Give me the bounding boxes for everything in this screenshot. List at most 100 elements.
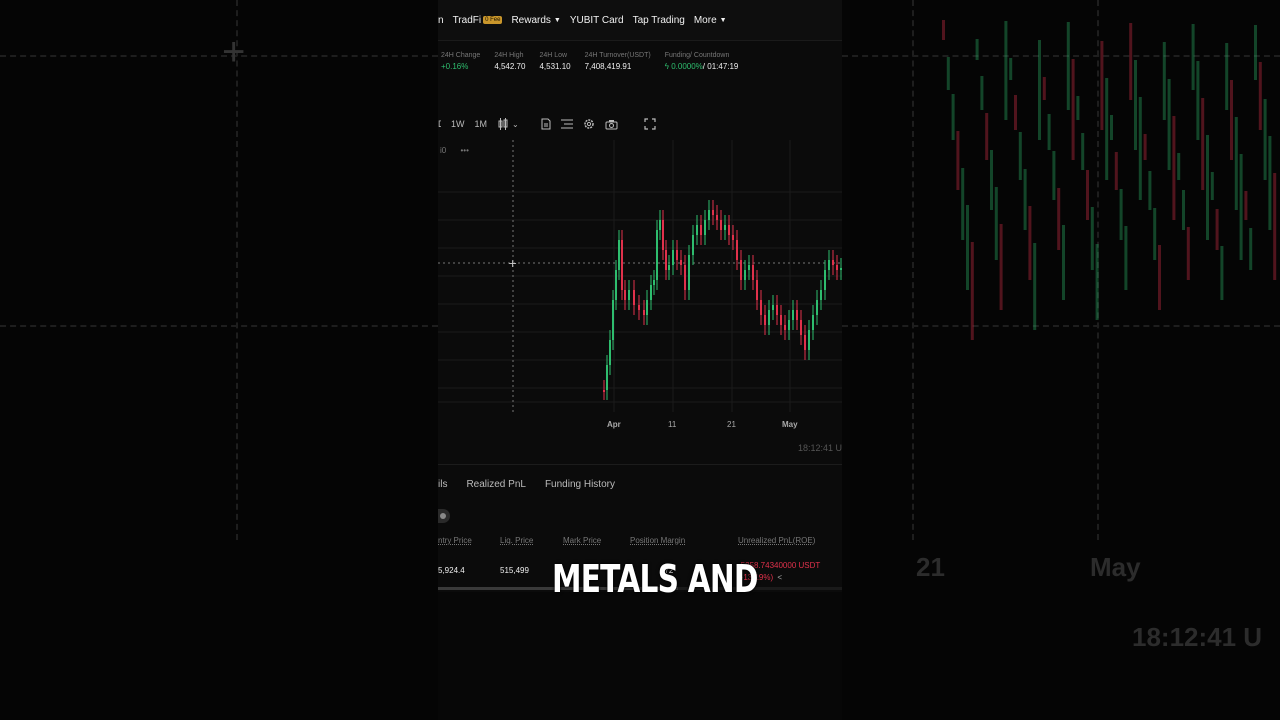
nav-item-label: Rewards bbox=[511, 14, 551, 26]
bg-tick-label: May bbox=[1090, 552, 1141, 582]
candle-body bbox=[820, 290, 822, 300]
interval-1w[interactable]: 1W bbox=[451, 119, 465, 129]
candle-body bbox=[760, 300, 762, 315]
stat-value: 4,542.70 bbox=[494, 62, 526, 71]
bg-candle bbox=[1124, 226, 1128, 290]
bg-candle bbox=[1172, 116, 1176, 220]
bg-candle bbox=[942, 20, 945, 40]
tab-funding-history[interactable]: Funding History bbox=[545, 479, 615, 490]
bg-candle bbox=[1258, 62, 1262, 130]
header-unrealized-pnl: Unrealized PnL(ROE) bbox=[738, 536, 816, 545]
bg-candle bbox=[1196, 61, 1200, 140]
bg-candle bbox=[946, 57, 950, 90]
app-bottom-area bbox=[438, 592, 842, 720]
bg-candle bbox=[1028, 206, 1032, 280]
bg-candle bbox=[975, 39, 979, 60]
top-nav: n TradFi 0 Fee Rewards ▼ YUBIT Card Tap … bbox=[438, 0, 842, 41]
x-tick-label: 11 bbox=[668, 420, 677, 429]
bg-candle bbox=[1009, 58, 1013, 80]
candle-body bbox=[612, 300, 614, 340]
bg-candle bbox=[994, 187, 998, 260]
bg-candle bbox=[1071, 59, 1075, 160]
bg-candle bbox=[1177, 153, 1181, 180]
tab-realized-pnl[interactable]: Realized PnL bbox=[466, 479, 525, 490]
bg-candle bbox=[1239, 154, 1243, 260]
collapse-toggle[interactable] bbox=[438, 509, 450, 523]
bg-candle bbox=[1057, 188, 1061, 250]
interval-1m[interactable]: 1M bbox=[475, 119, 488, 129]
nav-item-tap-trading[interactable]: Tap Trading bbox=[633, 15, 685, 26]
bg-candle bbox=[1081, 133, 1085, 170]
candle-body bbox=[646, 300, 648, 315]
candle-body bbox=[800, 320, 802, 335]
bg-candle bbox=[1052, 151, 1056, 200]
stat-value: +0.16% bbox=[441, 62, 469, 71]
stat-value: 4,531.10 bbox=[539, 62, 571, 71]
nav-item-rewards[interactable]: Rewards ▼ bbox=[511, 15, 560, 26]
bg-candle bbox=[1263, 99, 1267, 180]
settings-icon[interactable] bbox=[583, 118, 595, 130]
share-icon[interactable]: < bbox=[777, 573, 782, 582]
list-icon[interactable] bbox=[560, 119, 573, 129]
candle-body bbox=[659, 220, 661, 230]
bg-gridline bbox=[236, 0, 238, 540]
bg-tick-label: 21 bbox=[916, 552, 945, 582]
bg-candle bbox=[1095, 244, 1099, 320]
stat-label: 24H High bbox=[494, 52, 524, 59]
candle-body bbox=[621, 240, 623, 290]
bg-candle bbox=[1119, 189, 1123, 240]
bg-candle bbox=[1138, 97, 1142, 200]
document-icon[interactable] bbox=[541, 118, 551, 130]
candle-body bbox=[665, 250, 667, 270]
caret-down-icon: ▼ bbox=[719, 16, 727, 24]
camera-icon[interactable] bbox=[605, 119, 618, 130]
more-icon[interactable]: ••• bbox=[460, 146, 468, 155]
trading-app-panel: n TradFi 0 Fee Rewards ▼ YUBIT Card Tap … bbox=[438, 0, 842, 592]
bg-candle bbox=[970, 242, 974, 340]
fullscreen-icon[interactable] bbox=[644, 118, 656, 130]
tab-details[interactable]: ils bbox=[438, 479, 447, 490]
candle-body bbox=[748, 265, 750, 270]
bg-candle bbox=[1042, 77, 1046, 100]
candle-body bbox=[650, 285, 652, 300]
bg-candle bbox=[985, 113, 989, 160]
candle-body bbox=[696, 225, 698, 235]
bg-candle bbox=[961, 168, 965, 240]
bg-gridline bbox=[0, 55, 438, 57]
bg-candle bbox=[1047, 114, 1051, 150]
fee-badge: 0 Fee bbox=[483, 16, 503, 24]
bg-candle bbox=[999, 224, 1003, 310]
bg-candle bbox=[966, 205, 969, 290]
candle-body bbox=[700, 225, 702, 235]
bg-candle bbox=[1100, 41, 1104, 130]
nav-item-label: More bbox=[693, 14, 717, 26]
chart-legend: i0 ••• bbox=[440, 146, 469, 155]
bg-candle bbox=[1105, 78, 1109, 180]
candlestick-icon[interactable]: ⌄ bbox=[497, 118, 519, 130]
bg-candle bbox=[956, 131, 960, 190]
nav-item-more[interactable]: More ▼ bbox=[694, 15, 727, 26]
candle-body bbox=[692, 235, 694, 255]
legend-text: i0 bbox=[440, 146, 447, 155]
price-chart[interactable]: i0 ••• + bbox=[438, 140, 842, 420]
chart-timestamp: 18:12:41 U bbox=[797, 443, 842, 453]
candle-body bbox=[804, 335, 806, 350]
nav-item-truncated[interactable]: n bbox=[438, 15, 444, 26]
nav-item-yubit-card[interactable]: YUBIT Card bbox=[570, 15, 624, 26]
interval-d[interactable]: D bbox=[438, 119, 441, 129]
bg-candle bbox=[1244, 191, 1248, 220]
bg-candle bbox=[1110, 115, 1113, 140]
funding-rate: 0.0000% bbox=[671, 62, 703, 71]
bg-candle bbox=[1186, 227, 1190, 280]
nav-item-tradfi[interactable]: TradFi 0 Fee bbox=[453, 15, 503, 26]
stat-funding: Funding/ Countdown ϟ 0.0000%/ 01:47:19 bbox=[665, 52, 739, 71]
candle-body bbox=[832, 260, 834, 265]
bg-candle bbox=[1201, 98, 1205, 190]
stat-24h-change: 24H Change +0.16% bbox=[441, 52, 480, 71]
candle-body bbox=[756, 280, 758, 300]
candlestick-chart: + bbox=[438, 140, 842, 412]
candle-body bbox=[716, 215, 718, 220]
bg-candle bbox=[1249, 228, 1253, 270]
candle-body bbox=[724, 225, 726, 230]
candle-body bbox=[606, 365, 608, 390]
